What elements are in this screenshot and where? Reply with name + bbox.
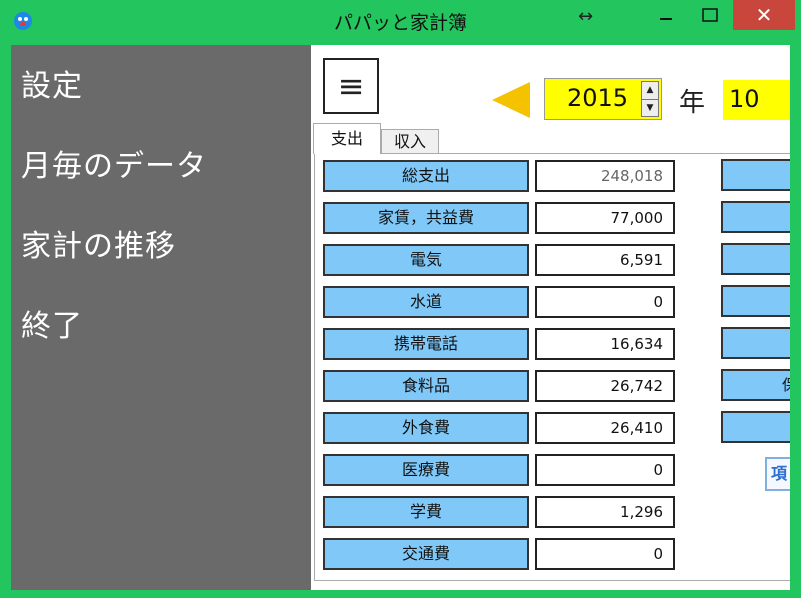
maximize-button[interactable] — [688, 0, 732, 30]
category-dining-out[interactable]: 外食費 — [323, 412, 529, 444]
value-rent[interactable]: 77,000 — [535, 202, 675, 234]
minimize-icon — [660, 18, 672, 20]
category-tuition[interactable]: 学費 — [323, 496, 529, 528]
close-icon: ✕ — [755, 3, 773, 27]
maximize-icon — [702, 8, 718, 22]
item-button[interactable]: 項 — [765, 457, 790, 491]
value-tuition[interactable]: 1,296 — [535, 496, 675, 528]
right-category-item[interactable] — [721, 411, 790, 443]
tab-expense[interactable]: 支出 — [313, 123, 381, 154]
year-value: 2015 — [567, 84, 629, 112]
month-input[interactable]: 10 — [723, 80, 790, 120]
value-total-expense: 248,018 — [535, 160, 675, 192]
category-water[interactable]: 水道 — [323, 286, 529, 318]
sidebar-item-monthly-data[interactable]: 月毎のデータ — [21, 141, 207, 185]
category-rent[interactable]: 家賃，共益費 — [323, 202, 529, 234]
sidebar: 設定 月毎のデータ 家計の推移 終了 — [11, 45, 311, 590]
category-total-expense[interactable]: 総支出 — [323, 160, 529, 192]
right-category-item[interactable] — [721, 159, 790, 191]
minimize-button[interactable] — [644, 0, 688, 30]
right-category-item[interactable]: 保 — [721, 369, 790, 401]
close-button[interactable]: ✕ — [733, 0, 795, 30]
menu-icon: ≡ — [337, 67, 365, 105]
sidebar-item-settings[interactable]: 設定 — [21, 61, 83, 105]
value-medical[interactable]: 0 — [535, 454, 675, 486]
right-category-item[interactable] — [721, 285, 790, 317]
sidebar-item-budget-trend[interactable]: 家計の推移 — [21, 221, 176, 265]
hamburger-menu-button[interactable]: ≡ — [323, 58, 379, 114]
main-content: ≡ 2015 ▲ ▼ 年 10 支出 収入 総支出 248,018 家賃，共益費… — [311, 45, 790, 590]
value-groceries[interactable]: 26,742 — [535, 370, 675, 402]
right-category-item[interactable] — [721, 243, 790, 275]
year-unit-label: 年 — [679, 88, 706, 118]
value-transportation[interactable]: 0 — [535, 538, 675, 570]
right-category-item[interactable] — [721, 201, 790, 233]
year-input[interactable]: 2015 ▲ ▼ — [544, 78, 662, 120]
year-stepper[interactable]: ▲ ▼ — [641, 81, 659, 117]
value-dining-out[interactable]: 26,410 — [535, 412, 675, 444]
category-mobile-phone[interactable]: 携帯電話 — [323, 328, 529, 360]
category-medical[interactable]: 医療費 — [323, 454, 529, 486]
expense-panel: 総支出 248,018 家賃，共益費 77,000 電気 6,591 水道 0 … — [314, 153, 790, 581]
value-water[interactable]: 0 — [535, 286, 675, 318]
tab-income[interactable]: 収入 — [381, 129, 439, 154]
value-electricity[interactable]: 6,591 — [535, 244, 675, 276]
category-electricity[interactable]: 電気 — [323, 244, 529, 276]
category-transportation[interactable]: 交通費 — [323, 538, 529, 570]
spin-up-icon[interactable]: ▲ — [642, 82, 658, 100]
value-mobile-phone[interactable]: 16,634 — [535, 328, 675, 360]
resize-icon[interactable]: ↔ — [578, 6, 593, 27]
spin-down-icon[interactable]: ▼ — [642, 100, 658, 117]
right-category-item[interactable] — [721, 327, 790, 359]
month-value: 10 — [729, 85, 760, 113]
sidebar-item-exit[interactable]: 終了 — [21, 301, 83, 345]
category-groceries[interactable]: 食料品 — [323, 370, 529, 402]
title-bar: パパッと家計簿 ↔ ✕ — [0, 0, 801, 40]
previous-month-button[interactable] — [492, 82, 530, 118]
